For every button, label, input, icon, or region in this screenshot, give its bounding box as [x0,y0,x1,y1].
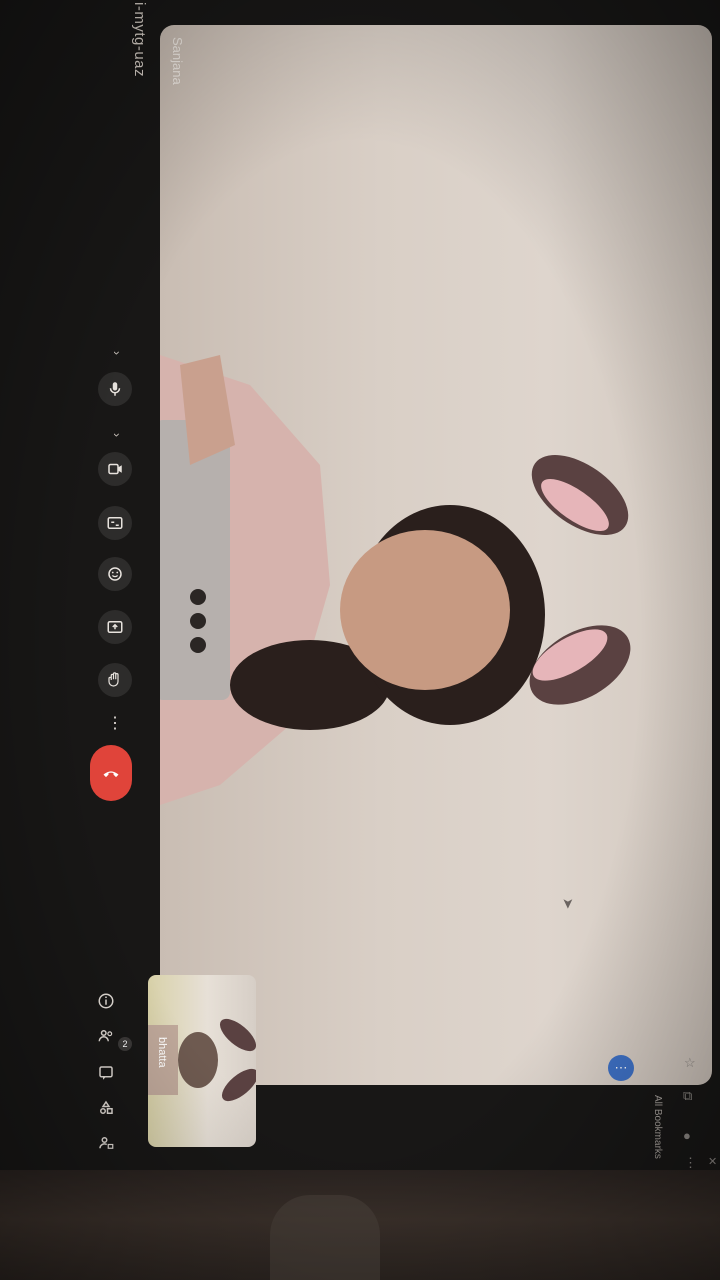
close-window-icon[interactable]: ✕ [708,1155,717,1168]
activities-icon [100,1100,113,1114]
host-controls-button[interactable] [95,1132,117,1154]
captions-icon [107,517,123,529]
leave-call-button[interactable] [90,745,132,801]
participant-video-image [160,355,631,805]
people-icon [98,1030,113,1042]
info-icon [98,993,114,1009]
more-vert-icon: ⋮ [107,715,123,732]
call-end-icon [103,771,119,778]
menu-icon[interactable]: ⋮ [684,1155,697,1171]
mic-button[interactable] [98,372,132,406]
meeting-info-button[interactable] [95,990,117,1012]
hand-icon [108,672,119,687]
chat-icon [99,1066,113,1080]
lock-person-icon [99,1137,114,1149]
main-video-tile[interactable]: Sanjana ⋯ ➤ [160,25,712,1085]
desk-object [270,1195,380,1280]
participant-name: Sanjana [170,37,185,85]
captions-button[interactable] [98,506,132,540]
profile-icon[interactable]: ● [683,1128,691,1143]
self-view-tile[interactable]: bhatta [148,975,256,1147]
mic-icon [109,382,121,396]
meet-screen: i-mytg-uaz Sanjana ⋯ ➤ bhatta › › ⋮ 2 ☆ … [0,0,720,1190]
monitor-bezel: i-mytg-uaz Sanjana ⋯ ➤ bhatta › › ⋮ 2 ☆ … [0,0,720,1200]
all-bookmarks-link[interactable]: All Bookmarks [652,1095,663,1159]
mouse-cursor-icon: ➤ [560,897,577,910]
extensions-icon[interactable]: ⧉ [683,1088,692,1104]
present-button[interactable] [98,610,132,644]
raise-hand-button[interactable] [98,663,132,697]
people-count-badge: 2 [118,1037,132,1051]
meeting-code: i-mytg-uaz [131,2,148,78]
camera-button[interactable] [98,452,132,486]
emoji-icon [108,567,122,581]
bookmark-star-icon[interactable]: ☆ [684,1055,696,1071]
mic-options-chevron-icon[interactable]: › [110,351,124,355]
present-icon [107,621,123,633]
camera-options-chevron-icon[interactable]: › [110,433,124,437]
tile-options-button[interactable]: ⋯ [608,1055,634,1081]
emoji-button[interactable] [98,557,132,591]
self-participant-name: bhatta [156,1037,168,1068]
camera-icon [108,463,122,475]
activities-button[interactable] [95,1097,117,1119]
people-button[interactable] [95,1025,117,1047]
more-options-button[interactable]: ⋮ [98,706,132,740]
chat-button[interactable] [95,1062,117,1084]
